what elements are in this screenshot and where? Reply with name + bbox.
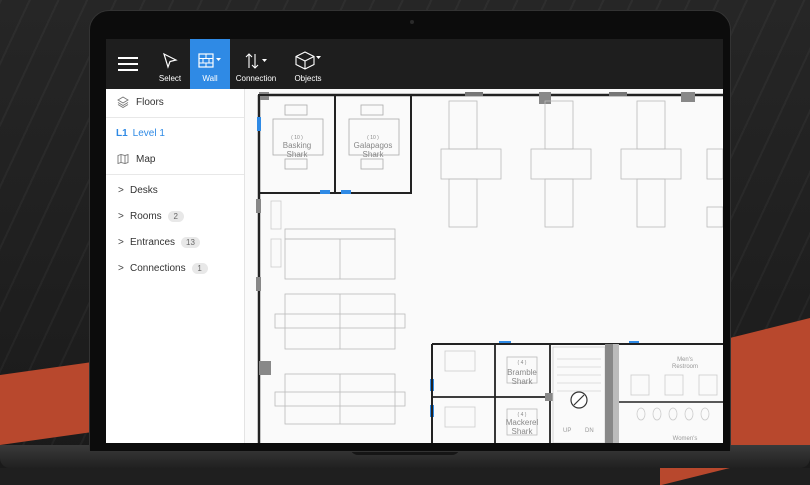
room-name: Basking xyxy=(283,141,311,150)
entrance-door[interactable] xyxy=(257,117,261,131)
group-label: Desks xyxy=(130,184,158,196)
sidebar: Floors L1 Level 1 Map > Desks > Rooms 2 … xyxy=(106,89,245,443)
map-icon xyxy=(116,154,130,164)
entrance-door[interactable] xyxy=(320,190,330,194)
sidebar-group-desks[interactable]: > Desks xyxy=(106,177,244,203)
layers-icon xyxy=(116,96,130,108)
chevron-right-icon: > xyxy=(118,236,124,248)
floors-row[interactable]: Floors xyxy=(106,89,244,115)
tool-objects-button[interactable]: Objects xyxy=(282,39,334,89)
tool-select-label: Select xyxy=(158,74,182,83)
up-down-arrows-icon xyxy=(245,53,267,69)
mens-restroom-label: Men's xyxy=(677,357,693,363)
desk-cluster xyxy=(274,373,406,425)
sidebar-divider xyxy=(106,174,244,175)
map-label: Map xyxy=(136,153,156,165)
room-name: Mackerel xyxy=(506,418,539,427)
floors-label: Floors xyxy=(136,96,164,108)
chevron-right-icon: > xyxy=(118,184,124,196)
room-name: Shark xyxy=(287,150,309,159)
level-row[interactable]: L1 Level 1 xyxy=(106,120,244,146)
camera-dot xyxy=(410,20,414,24)
stairs[interactable]: UP DN xyxy=(552,346,606,443)
sidebar-group-entrances[interactable]: > Entrances 13 xyxy=(106,229,244,255)
level-code: L1 xyxy=(116,127,128,139)
wall-segment xyxy=(609,92,627,96)
tool-connection-label: Connection xyxy=(235,74,277,83)
stairs-down-label: DN xyxy=(585,428,594,434)
stairs-up-label: UP xyxy=(563,428,571,434)
tool-connection-button[interactable]: Connection xyxy=(230,39,282,89)
sidebar-group-connections[interactable]: > Connections 1 xyxy=(106,255,244,281)
group-label: Entrances xyxy=(130,236,176,248)
room-capacity: ( 4 ) xyxy=(518,360,527,366)
floor-plan: ( 10 ) Basking Shark ( 10 ) Galapagos Sh… xyxy=(256,92,723,443)
count-badge: 2 xyxy=(167,210,184,222)
tool-objects-label: Objects xyxy=(294,74,322,83)
tool-select-button[interactable]: Select xyxy=(150,39,190,89)
sidebar-group-rooms[interactable]: > Rooms 2 xyxy=(106,203,244,229)
count-badge: 1 xyxy=(191,262,208,274)
room-name: Galapagos xyxy=(354,141,393,150)
room-name: Bramble xyxy=(507,368,537,377)
group-label: Connections xyxy=(130,262,186,274)
hamburger-menu-icon[interactable] xyxy=(106,39,150,89)
womens-restroom-label: Women's xyxy=(673,436,698,442)
chevron-right-icon: > xyxy=(118,262,124,274)
column-block xyxy=(681,92,695,102)
desk-cluster xyxy=(274,293,406,350)
room-name: Shark xyxy=(512,427,534,436)
tool-wall-button[interactable]: Wall xyxy=(190,39,230,89)
wall-grid-icon xyxy=(198,53,221,68)
map-row[interactable]: Map xyxy=(106,146,244,172)
desk-cluster xyxy=(530,100,592,228)
wall-segment xyxy=(465,92,483,96)
tool-wall-label: Wall xyxy=(202,74,218,83)
desk-cluster xyxy=(620,100,682,228)
cursor-arrow-icon xyxy=(163,52,178,69)
mens-restroom-label: Restroom xyxy=(672,364,698,370)
sidebar-divider xyxy=(106,117,244,118)
app-screen: Select Wall Connection Objects Floors L1… xyxy=(106,39,723,443)
desk-cluster xyxy=(440,100,502,228)
group-label: Rooms xyxy=(130,210,162,222)
toolbar: Select Wall Connection Objects xyxy=(106,39,723,89)
desk-cluster xyxy=(284,228,396,280)
cube-icon xyxy=(295,51,321,70)
room-name: Shark xyxy=(363,150,385,159)
chevron-right-icon: > xyxy=(118,210,124,222)
restroom-fixtures xyxy=(630,374,718,421)
count-badge: 13 xyxy=(181,236,200,248)
level-name: Level 1 xyxy=(132,127,165,139)
room-name: Shark xyxy=(512,377,534,386)
floor-plan-canvas[interactable]: ( 10 ) Basking Shark ( 10 ) Galapagos Sh… xyxy=(245,89,723,443)
entrance-door[interactable] xyxy=(341,190,351,194)
wall-segment xyxy=(605,344,613,443)
